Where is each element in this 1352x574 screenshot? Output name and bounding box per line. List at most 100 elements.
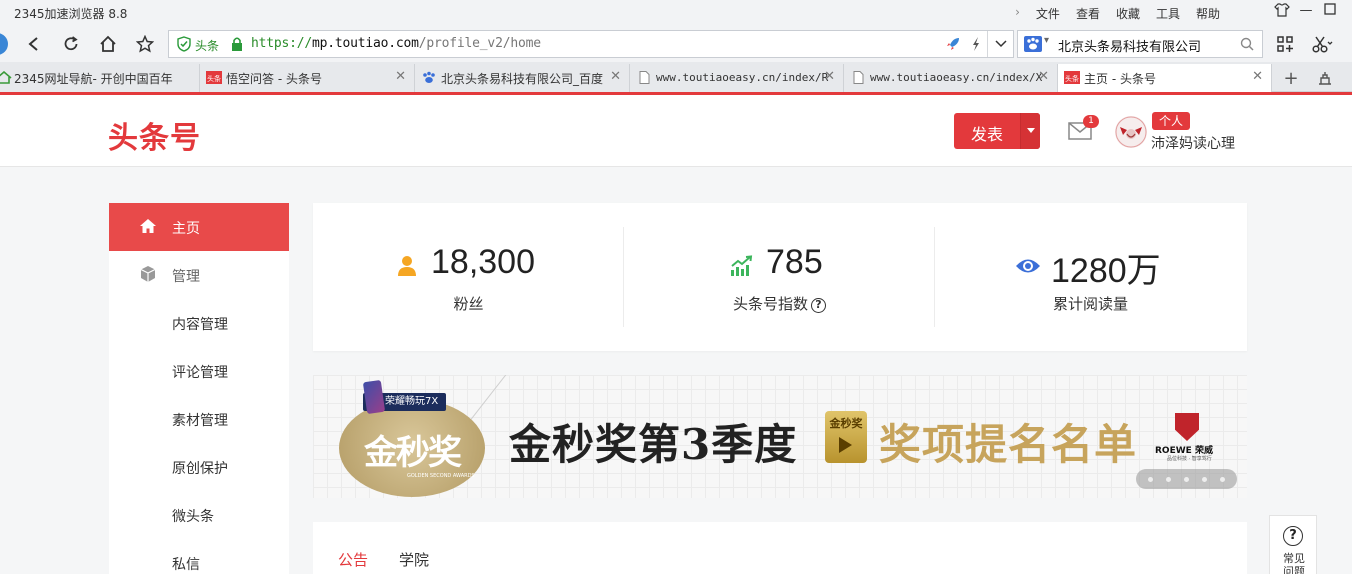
sidebar-item-manage[interactable]: 管理	[109, 251, 289, 299]
close-tab-icon[interactable]: ✕	[610, 69, 621, 84]
close-tab-icon[interactable]: ✕	[1252, 69, 1263, 84]
search-box[interactable]: ▾ 北京头条易科技有限公司	[1017, 30, 1263, 58]
engine-dropdown-icon[interactable]: ▾	[1044, 35, 1049, 46]
closed-tabs-icon[interactable]	[1311, 64, 1339, 92]
carousel-dot[interactable]	[1220, 476, 1225, 482]
faq-floating-button[interactable]: ? 常见问题	[1269, 515, 1317, 574]
sidebar-item-original-protection[interactable]: 原创保护	[109, 443, 289, 491]
scissors-icon[interactable]	[1310, 31, 1336, 57]
browser-navbar: 头条 https://mp.toutiao.com/profile_v2/hom…	[0, 26, 1352, 62]
favorite-star-button[interactable]	[132, 31, 158, 57]
stats-panel: 18,300 粉丝 785 头条号指数? 1280万 累计阅读量	[313, 203, 1247, 351]
question-icon: ?	[1283, 526, 1303, 546]
chevron-down-icon[interactable]	[987, 31, 1013, 57]
home-button[interactable]	[95, 31, 121, 57]
address-bar[interactable]: 头条 https://mp.toutiao.com/profile_v2/hom…	[168, 30, 1014, 58]
apps-grid-icon[interactable]	[1272, 31, 1298, 57]
banner-headline-left: 金秒奖第3季度	[509, 420, 798, 469]
sidebar-item-home[interactable]: 主页	[109, 203, 289, 251]
carousel-dot[interactable]	[1166, 476, 1171, 482]
carousel-dots	[1136, 469, 1237, 489]
page-icon	[850, 71, 866, 84]
promo-banner[interactable]: 金秒奖 GOLDEN SECOND AWARDS 荣耀畅玩7X 金秒奖第3季度 …	[313, 375, 1247, 498]
notices-panel: 公告 学院	[313, 522, 1247, 574]
security-shield-icon	[177, 36, 191, 56]
minimize-button[interactable]: —	[1296, 3, 1316, 23]
stat-followers: 18,300 粉丝	[313, 203, 624, 351]
carousel-dot[interactable]	[1202, 476, 1207, 482]
skin-icon[interactable]	[1272, 3, 1292, 23]
carousel-dot[interactable]	[1184, 476, 1189, 482]
menu-help[interactable]: 帮助	[1196, 5, 1220, 22]
browser-logo-icon[interactable]	[0, 31, 12, 57]
close-tab-icon[interactable]: ✕	[395, 69, 406, 84]
sidebar-item-comment-management[interactable]: 评论管理	[109, 347, 289, 395]
publish-dropdown-icon[interactable]	[1020, 113, 1040, 149]
tab-toutiaoeasy-r[interactable]: www.toutiaoeasy.cn/index/R ✕	[630, 64, 844, 92]
svg-text:头条: 头条	[1065, 74, 1079, 83]
chevron-right-icon[interactable]: ›	[1015, 5, 1020, 22]
search-icon[interactable]	[1240, 36, 1254, 55]
mail-count-badge: 1	[1083, 115, 1099, 128]
toutiao-favicon-icon: 头条	[1064, 71, 1080, 84]
menu-tools[interactable]: 工具	[1156, 5, 1180, 22]
publish-button[interactable]: 发表	[954, 113, 1040, 149]
tab-toutiaoeasy-x[interactable]: www.toutiaoeasy.cn/index/X ✕	[844, 64, 1058, 92]
menu-file[interactable]: 文件	[1036, 5, 1060, 22]
sidebar-item-micro-toutiao[interactable]: 微头条	[109, 491, 289, 539]
browser-menu-bar: › 文件 查看 收藏 工具 帮助	[1015, 5, 1220, 22]
sidebar-item-content-management[interactable]: 内容管理	[109, 299, 289, 347]
followers-label: 粉丝	[453, 295, 484, 313]
toutiao-index-caption: 头条号指数?	[624, 293, 935, 314]
maximize-button[interactable]	[1320, 3, 1340, 23]
person-icon	[397, 255, 417, 281]
trophy-play-icon: 金秒奖	[825, 411, 867, 463]
browser-titlebar: 2345加速浏览器 8.8 › 文件 查看 收藏 工具 帮助 —	[0, 0, 1352, 26]
new-tab-button[interactable]: +	[1277, 64, 1305, 92]
carousel-dot[interactable]	[1148, 476, 1153, 482]
tab-toutiao-home[interactable]: 头条 主页 - 头条号 ✕	[1058, 64, 1272, 92]
rocket-icon[interactable]	[945, 36, 961, 56]
followers-count: 18,300	[431, 243, 535, 281]
toutiao-index-value: 785	[766, 243, 823, 281]
tab-baidu-search[interactable]: 北京头条易科技有限公司_百度 ✕	[415, 64, 630, 92]
browser-title: 2345加速浏览器 8.8	[14, 7, 128, 21]
house-icon	[0, 70, 12, 84]
svg-text:头条: 头条	[207, 74, 221, 83]
tab-academy[interactable]: 学院	[399, 549, 429, 570]
username[interactable]: 沛泽妈读心理	[1151, 133, 1235, 153]
roewe-shield-icon	[1175, 413, 1199, 441]
sidebar: 主页 管理 内容管理 评论管理 素材管理 原创保护 微头条 私信	[109, 203, 289, 574]
sidebar-item-media-management[interactable]: 素材管理	[109, 395, 289, 443]
search-input[interactable]: 北京头条易科技有限公司	[1058, 36, 1201, 55]
avatar[interactable]	[1115, 116, 1147, 148]
total-reads-value: 1280万	[1051, 252, 1161, 290]
tab-2345-navigation[interactable]: 2345网址导航- 开创中国百年	[0, 64, 200, 92]
tab-announcements[interactable]: 公告	[338, 549, 368, 570]
lightning-icon[interactable]	[971, 36, 981, 56]
banner-headline-right: 奖项提名名单	[879, 420, 1138, 469]
menu-view[interactable]: 查看	[1076, 5, 1100, 22]
site-header: 头条号 发表 1 个人 沛泽妈读心理	[0, 95, 1352, 167]
toutiao-favicon-icon: 头条	[206, 71, 222, 84]
refresh-button[interactable]	[58, 31, 84, 57]
lock-icon	[231, 36, 243, 56]
help-icon[interactable]: ?	[811, 298, 826, 313]
url-text[interactable]: https://mp.toutiao.com/profile_v2/home	[251, 36, 541, 51]
browser-tab-strip: 2345网址导航- 开创中国百年 头条 悟空问答 - 头条号 ✕ 北京头条易科技…	[0, 62, 1352, 92]
back-button[interactable]	[21, 31, 47, 57]
sidebar-item-messages[interactable]: 私信	[109, 539, 289, 574]
close-tab-icon[interactable]: ✕	[824, 69, 835, 84]
close-tab-icon[interactable]: ✕	[1038, 69, 1049, 84]
baidu-paw-icon[interactable]	[1024, 36, 1042, 56]
trend-chart-icon	[730, 255, 754, 281]
baidu-paw-icon	[421, 71, 437, 84]
page-icon	[636, 71, 652, 84]
tab-wukong-qa[interactable]: 头条 悟空问答 - 头条号 ✕	[200, 64, 415, 92]
toutiao-index-label: 头条号指数	[732, 295, 808, 313]
home-icon	[139, 217, 157, 239]
toutiaohao-logo[interactable]: 头条号	[108, 113, 201, 157]
stat-total-reads: 1280万 累计阅读量	[935, 203, 1246, 351]
site-label: 头条	[195, 39, 220, 53]
menu-favorites[interactable]: 收藏	[1116, 5, 1140, 22]
